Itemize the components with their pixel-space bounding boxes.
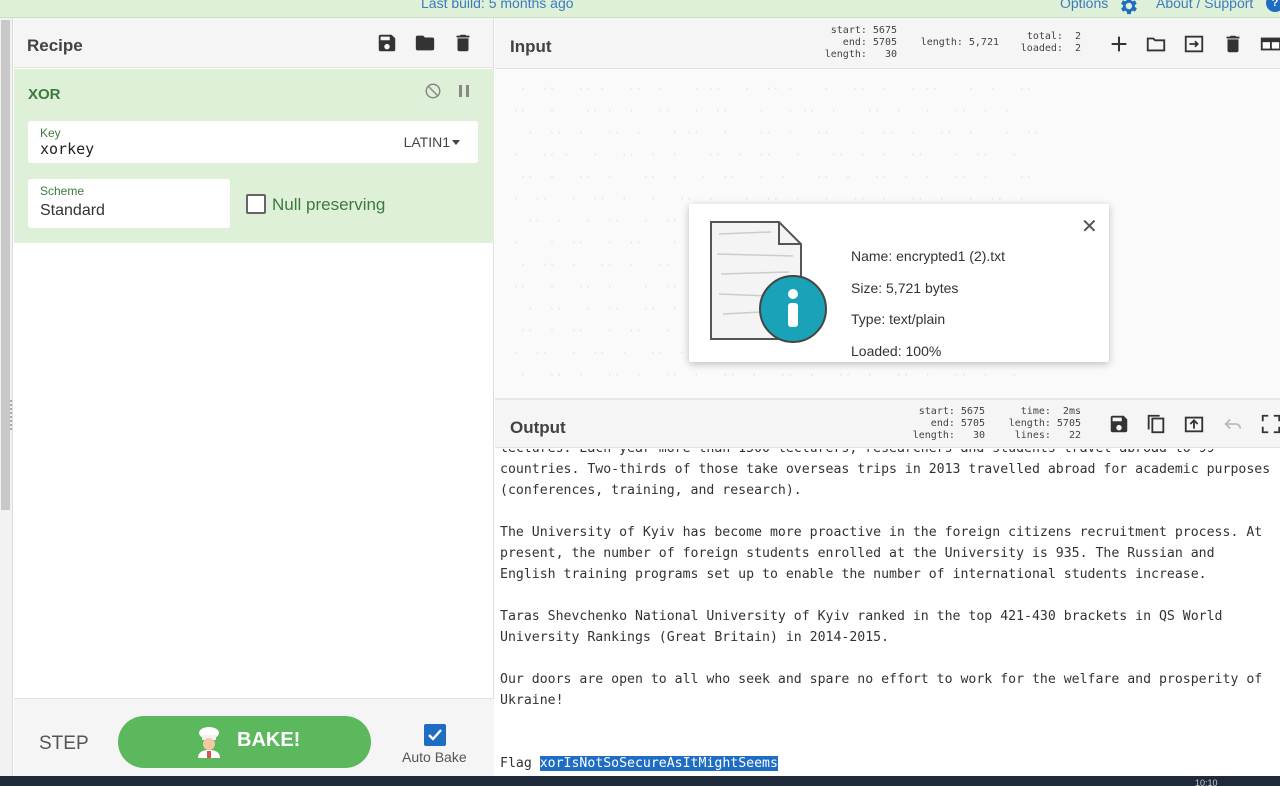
undo-icon[interactable]	[1222, 413, 1244, 435]
help-icon[interactable]: ?	[1266, 0, 1280, 12]
taskbar-clock: 10:10	[1195, 778, 1218, 786]
output-text[interactable]: lectures. Each year more than 1500 lectu…	[500, 449, 1280, 776]
input-pane: Input start: 5675 end: 5705 length: 30 l…	[495, 18, 1280, 398]
output-line: Taras Shevchenko National University of …	[500, 609, 1223, 624]
xor-operation[interactable]: XOR Key xorkey LATIN1 Scheme Standard Nu…	[14, 69, 494, 243]
output-title: Output	[510, 418, 566, 437]
flag-prefix: Flag	[500, 756, 540, 771]
scheme-field[interactable]: Scheme Standard	[28, 179, 230, 228]
output-line: lectures. Each year more than 1500 lectu…	[500, 449, 1280, 459]
layout-icon[interactable]	[1259, 33, 1280, 55]
key-label: Key	[40, 126, 61, 140]
null-preserving-checkbox[interactable]	[246, 194, 266, 214]
input-title: Input	[510, 37, 552, 56]
output-timing-stats: time: 2ms length: 5705 lines: 22	[1008, 406, 1081, 441]
file-type: Type: text/plain	[851, 311, 946, 327]
open-file-icon[interactable]	[1183, 33, 1205, 55]
chef-icon	[194, 726, 224, 758]
scheme-select[interactable]: Standard	[40, 202, 105, 220]
output-pane: Output start: 5675 end: 5705 length: 30 …	[495, 400, 1280, 776]
input-selection-stats: start: 5675 end: 5705 length: 30	[824, 25, 897, 60]
scrollbar[interactable]	[1, 20, 10, 510]
output-line: English training programs set up to enab…	[500, 567, 1207, 582]
key-field[interactable]: Key xorkey LATIN1	[28, 121, 478, 163]
replace-input-icon[interactable]	[1183, 413, 1205, 435]
input-total-stats: total: 2 loaded: 2	[1020, 31, 1081, 54]
auto-bake-checkbox[interactable]	[424, 724, 446, 746]
pane-resize-handle[interactable]	[10, 400, 13, 430]
file-loaded: Loaded: 100%	[851, 343, 942, 359]
last-build-notice: Last build: 5 months ago	[421, 0, 574, 11]
operations-pane-edge	[0, 18, 13, 776]
step-button[interactable]: STEP	[39, 733, 89, 755]
save-output-icon[interactable]	[1108, 413, 1130, 435]
file-name: Name: encrypted1 (2).txt	[851, 248, 1006, 264]
trash-icon[interactable]	[452, 32, 474, 54]
input-length-stat: length: 5,721	[920, 37, 999, 48]
maximise-icon[interactable]	[1260, 413, 1280, 435]
input-header: Input start: 5675 end: 5705 length: 30 l…	[495, 18, 1280, 69]
null-preserving-label[interactable]: Null preserving	[272, 195, 385, 215]
open-folder-icon[interactable]	[1145, 33, 1167, 55]
add-input-icon[interactable]	[1108, 33, 1130, 55]
bake-button[interactable]: BAKE!	[118, 716, 371, 768]
output-header: Output start: 5675 end: 5705 length: 30 …	[495, 400, 1280, 448]
output-line: present, the number of foreign students …	[500, 546, 1215, 561]
operation-name: XOR	[28, 86, 61, 103]
file-info-icon	[701, 214, 831, 349]
key-encoding-dropdown[interactable]: LATIN1	[404, 134, 450, 150]
about-support-link[interactable]: About / Support	[1156, 0, 1253, 11]
bake-controls: STEP BAKE! Auto Bake	[14, 698, 494, 776]
file-size: Size: 5,721 bytes	[851, 280, 959, 296]
auto-bake-label[interactable]: Auto Bake	[402, 749, 467, 765]
scheme-label: Scheme	[40, 184, 85, 198]
top-banner: Last build: 5 months ago Options About /…	[0, 0, 1280, 18]
recipe-title: Recipe	[27, 36, 83, 55]
output-line: (conferences, training, and research).	[500, 483, 802, 498]
close-icon[interactable]: ✕	[1081, 214, 1098, 239]
input-textarea[interactable]: · ·· ·· · ·· · · ·· · ·· · · ·· · · ·· ·…	[495, 70, 1280, 398]
copy-icon[interactable]	[1145, 413, 1167, 435]
recipe-header: Recipe	[14, 18, 493, 68]
file-details-card: Name: encrypted1 (2).txt Size: 5,721 byt…	[689, 204, 1109, 362]
key-input[interactable]: xorkey	[40, 140, 94, 158]
output-line: countries. Two-thirds of those take over…	[500, 462, 1271, 477]
output-line: Ukraine!	[500, 693, 564, 708]
output-line: University Rankings (Great Britain) in 2…	[500, 630, 890, 645]
output-selection-stats: start: 5675 end: 5705 length: 30	[912, 406, 985, 441]
output-line: Our doors are open to all who seek and s…	[500, 672, 1263, 687]
clear-input-icon[interactable]	[1222, 33, 1244, 55]
os-taskbar: 10:10	[0, 776, 1280, 786]
bake-label: BAKE!	[237, 729, 301, 751]
save-icon[interactable]	[376, 32, 398, 54]
disable-operation-icon[interactable]	[424, 82, 442, 100]
folder-icon[interactable]	[414, 32, 436, 54]
chevron-down-icon[interactable]	[452, 140, 460, 145]
flag-selection[interactable]: xorIsNotSoSecureAsItMightSeems	[539, 756, 778, 771]
recipe-pane: Recipe XOR Key xorkey LATIN1 Scheme Stan…	[14, 18, 494, 776]
flag-line: Flag xorIsNotSoSecureAsItMightSeems	[500, 753, 1280, 774]
pause-icon[interactable]	[456, 83, 472, 99]
options-link[interactable]: Options	[1060, 0, 1108, 11]
output-line: The University of Kyiv has become more p…	[500, 525, 1263, 540]
gear-icon[interactable]	[1117, 0, 1139, 17]
